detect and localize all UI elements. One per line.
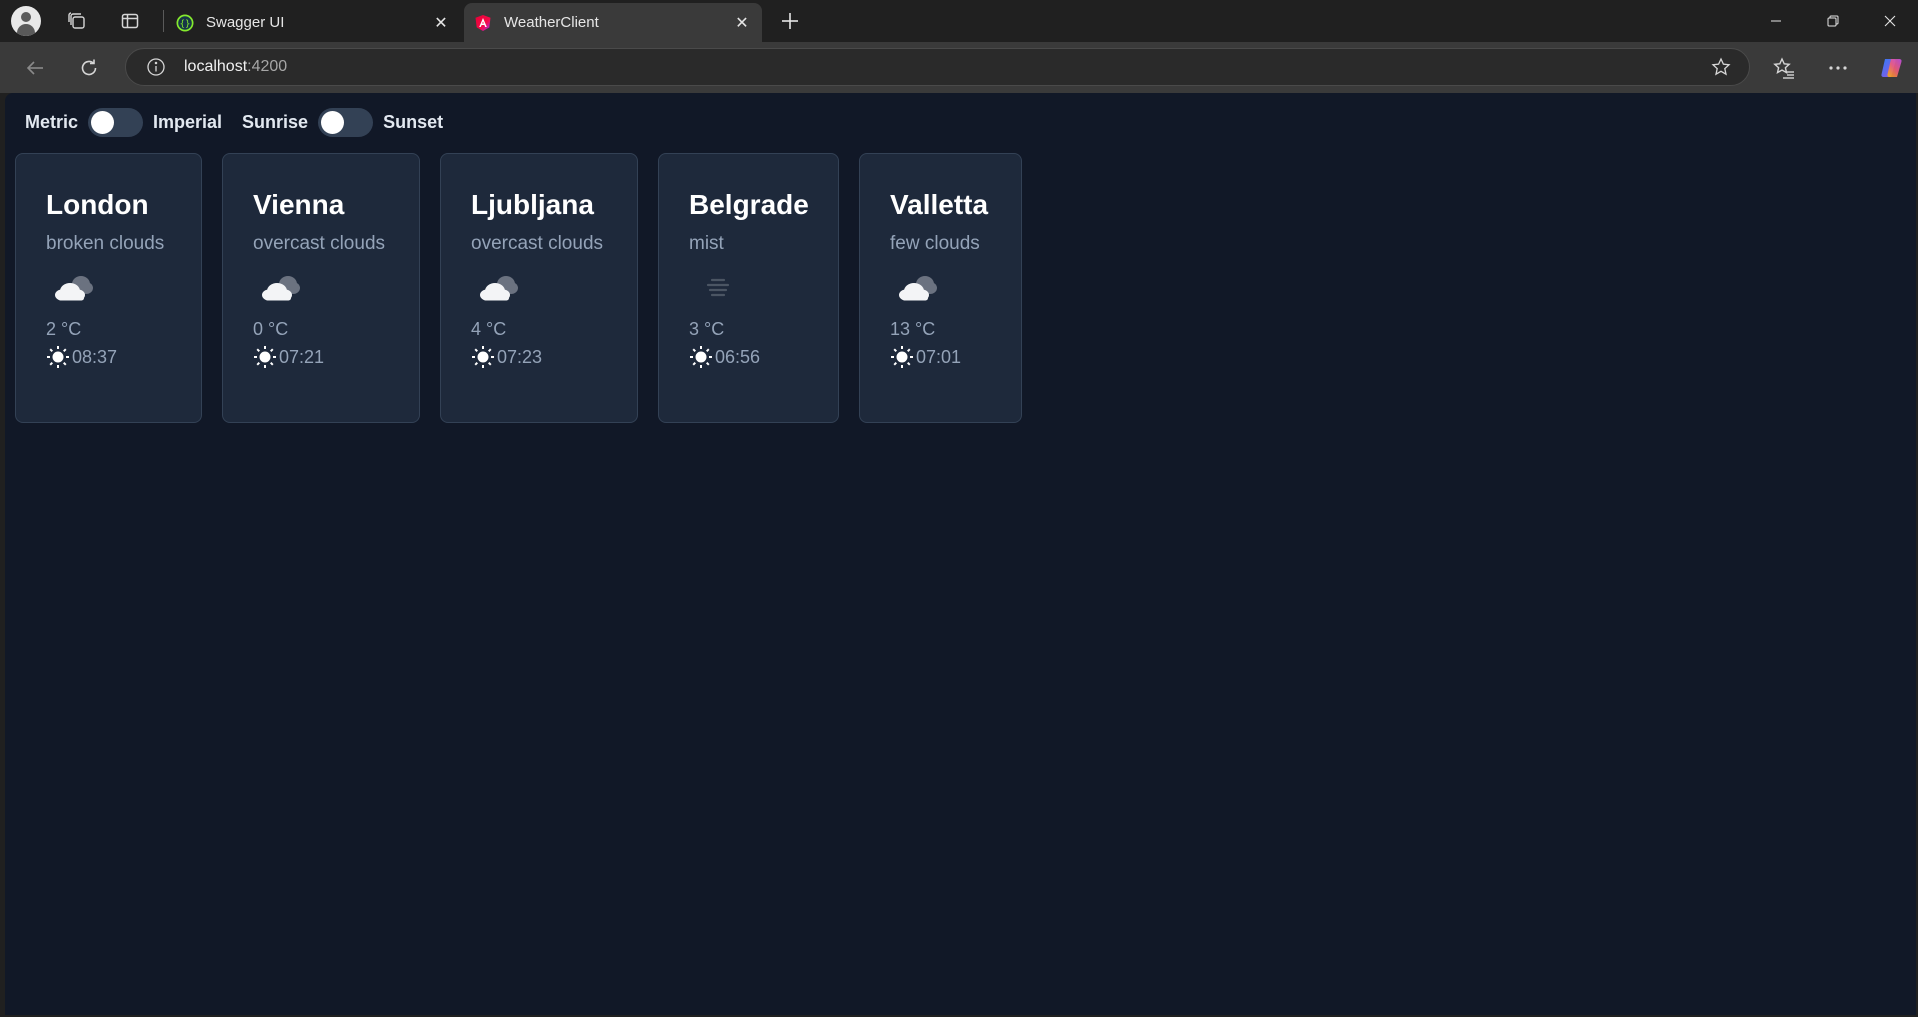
ellipsis-icon (1829, 66, 1847, 70)
workspaces-button[interactable] (61, 5, 93, 37)
svg-text:{}: {} (180, 19, 191, 29)
copilot-icon (1881, 59, 1902, 77)
temperature: 13 °C (890, 319, 936, 339)
more-options-button[interactable] (1822, 52, 1854, 84)
city-name: Vienna (253, 189, 345, 220)
copilot-button[interactable] (1876, 52, 1908, 84)
minimize-button[interactable] (1748, 0, 1804, 42)
close-window-button[interactable] (1862, 0, 1918, 42)
sun-time-row: 06:56 (689, 345, 813, 369)
metric-label: Metric (25, 111, 79, 132)
sun-time-toggle[interactable] (318, 107, 374, 137)
weather-card: Belgrade mist 3 °C 06:56 (658, 153, 839, 423)
sun-time: 08:37 (72, 346, 118, 367)
sun-time-row: 07:01 (890, 345, 996, 369)
plus-icon (782, 13, 798, 29)
sun-icon (472, 346, 494, 368)
weather-card: Ljubljana overcast clouds 4 °C 07:23 (440, 153, 638, 423)
url-port: :4200 (247, 58, 288, 75)
city-name: Belgrade (689, 189, 809, 220)
sun-time: 06:56 (715, 346, 761, 367)
address-bar[interactable]: localhost:4200 (125, 48, 1750, 86)
page-viewport: Metric Imperial Sunrise Sunset London br… (5, 93, 1916, 1015)
temperature: 2 °C (46, 319, 82, 339)
new-tab-button[interactable] (774, 5, 806, 37)
tab-title: Swagger UI (206, 14, 285, 31)
favorites-button[interactable] (1768, 52, 1800, 84)
weather-card-list: London broken clouds 2 °C 08:37 Vienna o… (15, 153, 1022, 423)
workspaces-icon (68, 12, 85, 29)
sun-time: 07:01 (916, 346, 962, 367)
tab-swagger-ui[interactable]: {} Swagger UI ✕ (166, 3, 461, 42)
weather-description: mist (689, 233, 724, 254)
weather-description: few clouds (890, 233, 980, 254)
back-button[interactable] (19, 52, 51, 84)
tab-title: WeatherClient (504, 14, 599, 31)
broken-clouds-icon (55, 276, 93, 301)
temperature: 4 °C (471, 319, 507, 339)
site-info-icon[interactable] (146, 57, 166, 77)
refresh-icon (81, 59, 97, 76)
sun-time: 07:23 (497, 346, 543, 367)
tab-weatherclient[interactable]: WeatherClient ✕ (464, 3, 762, 42)
few-clouds-icon (899, 276, 937, 301)
weather-description: broken clouds (46, 233, 165, 254)
minimize-icon (1771, 20, 1781, 22)
favorite-star-icon[interactable] (1711, 57, 1731, 82)
close-tab-icon[interactable]: ✕ (433, 15, 449, 32)
sun-time-row: 07:21 (253, 345, 394, 369)
vertical-tabs-button[interactable] (114, 5, 146, 37)
weather-card: Valletta few clouds 13 °C 07:01 (859, 153, 1022, 423)
sun-icon (47, 346, 69, 368)
toggle-knob (321, 110, 345, 134)
sun-time: 07:21 (279, 346, 325, 367)
city-name: London (46, 189, 149, 220)
city-name: Valletta (890, 189, 989, 220)
temperature: 0 °C (253, 319, 289, 339)
browser-tab-strip: {} Swagger UI ✕ WeatherClient ✕ (0, 0, 1918, 42)
close-icon (1884, 15, 1896, 27)
settings-toggles: Metric Imperial Sunrise Sunset (25, 105, 443, 139)
weather-card: Vienna overcast clouds 0 °C 07:21 (222, 153, 420, 423)
sun-time-row: 08:37 (46, 345, 176, 369)
swagger-favicon-icon: {} (176, 14, 194, 31)
restore-icon (1827, 15, 1839, 27)
favorites-icon (1773, 57, 1794, 79)
url-host: localhost (184, 58, 248, 75)
weather-description: overcast clouds (471, 233, 604, 254)
sunset-label: Sunset (383, 111, 444, 132)
url-text[interactable]: localhost:4200 (184, 58, 287, 76)
back-arrow-icon (26, 61, 43, 75)
toggle-knob (91, 110, 115, 134)
mist-icon (706, 278, 730, 297)
units-toggle[interactable] (88, 107, 144, 137)
overcast-clouds-icon (480, 276, 518, 301)
profile-avatar-icon (11, 6, 41, 36)
refresh-button[interactable] (73, 52, 105, 84)
restore-button[interactable] (1805, 0, 1861, 42)
angular-favicon-icon (475, 14, 491, 31)
close-tab-icon[interactable]: ✕ (734, 15, 750, 32)
weather-description: overcast clouds (253, 233, 386, 254)
vertical-tabs-icon (121, 13, 139, 29)
temperature: 3 °C (689, 319, 725, 339)
imperial-label: Imperial (153, 111, 223, 132)
profile-button[interactable] (10, 5, 42, 37)
weather-card: London broken clouds 2 °C 08:37 (15, 153, 202, 423)
sun-icon (690, 346, 712, 368)
overcast-clouds-icon (262, 276, 300, 301)
sun-time-row: 07:23 (471, 345, 612, 369)
browser-toolbar: localhost:4200 (0, 42, 1918, 93)
tab-separator (163, 10, 164, 32)
sun-icon (254, 346, 276, 368)
sunrise-label: Sunrise (242, 111, 309, 132)
sun-icon (891, 346, 913, 368)
city-name: Ljubljana (471, 189, 594, 220)
